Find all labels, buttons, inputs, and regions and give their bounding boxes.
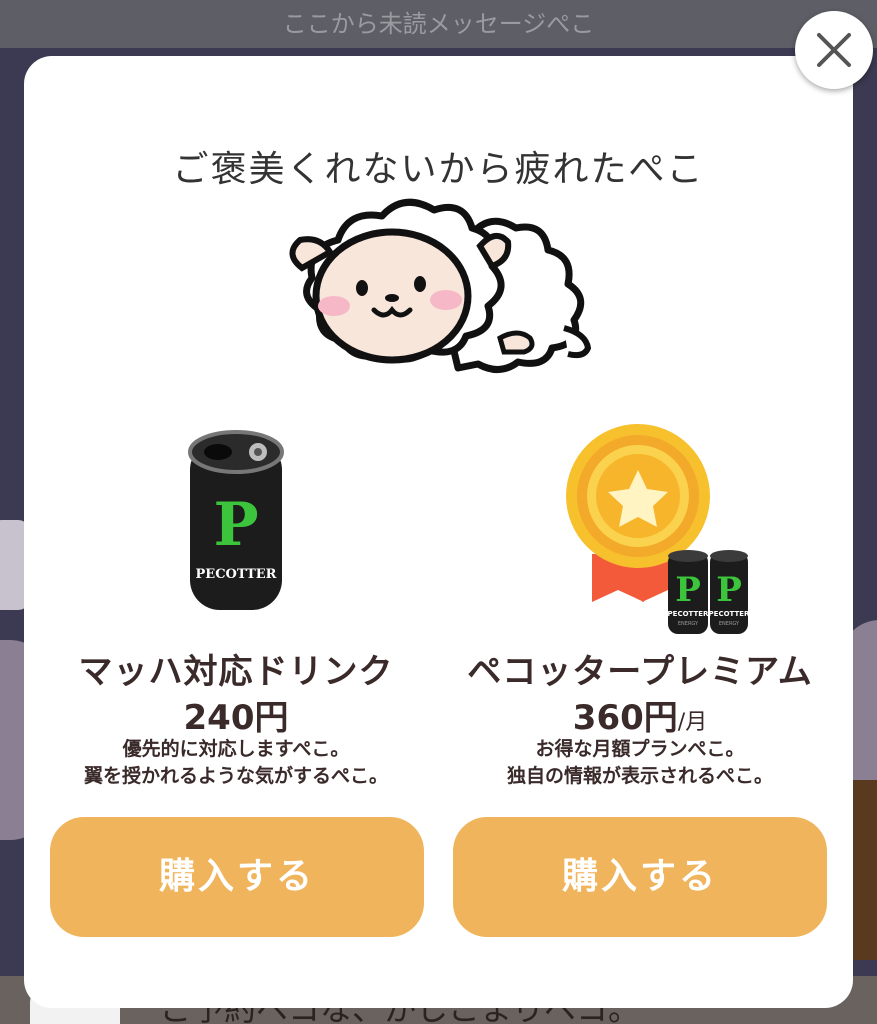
price: 360円: [572, 698, 678, 738]
product-description: お得な月額プランぺこ。 独自の情報が表示されるぺこ。: [430, 736, 850, 790]
can-letter: P: [675, 570, 701, 610]
can-label: PECOTTER: [668, 610, 709, 618]
description-line: 翼を授かれるような気がするぺこ。: [83, 765, 388, 787]
price: 240円: [183, 698, 289, 738]
buy-mach-drink-button[interactable]: 購入する: [50, 817, 424, 937]
description-line: 独自の情報が表示されるぺこ。: [506, 765, 773, 787]
product-name-pecotter-premium: ペコッタープレミアム: [467, 652, 813, 692]
product-description: 優先的に対応しますぺこ。 翼を授かれるような気がするぺこ。: [26, 736, 446, 790]
can-letter: P: [716, 570, 742, 610]
description-line: お得な月額プランぺこ。: [535, 738, 745, 760]
price-line: 240円: [26, 690, 446, 739]
can-sublabel: ENERGY: [678, 621, 699, 627]
energy-drink-can-icon: P PECOTTER: [186, 430, 286, 624]
sheep-mascot-icon: [282, 198, 602, 382]
product-name-mach-drink: マッハ対応ドリンク: [78, 652, 394, 692]
description-line: 優先的に対応しますぺこ。: [122, 738, 350, 760]
can-label: PECOTTER: [196, 567, 277, 582]
premium-medal-icon: P PECOTTER ENERGY P PECOTTER ENERGY: [560, 424, 750, 643]
price-line: 360円/月: [430, 690, 850, 739]
can-label: PECOTTER: [709, 610, 750, 618]
close-button[interactable]: [795, 11, 873, 89]
close-icon: [817, 33, 851, 67]
price-unit: /月: [677, 710, 708, 735]
app-screen: ここから未読メッセージぺこ ご予約ペコな、かしこまりペコ。 ご褒美くれないから疲…: [0, 0, 877, 1024]
can-sublabel: ENERGY: [719, 621, 740, 627]
unread-banner: ここから未読メッセージぺこ: [0, 0, 877, 48]
modal-title: ご褒美くれないから疲れたぺこ: [172, 149, 705, 190]
can-letter: P: [213, 490, 258, 560]
buy-premium-button[interactable]: 購入する: [453, 817, 827, 937]
